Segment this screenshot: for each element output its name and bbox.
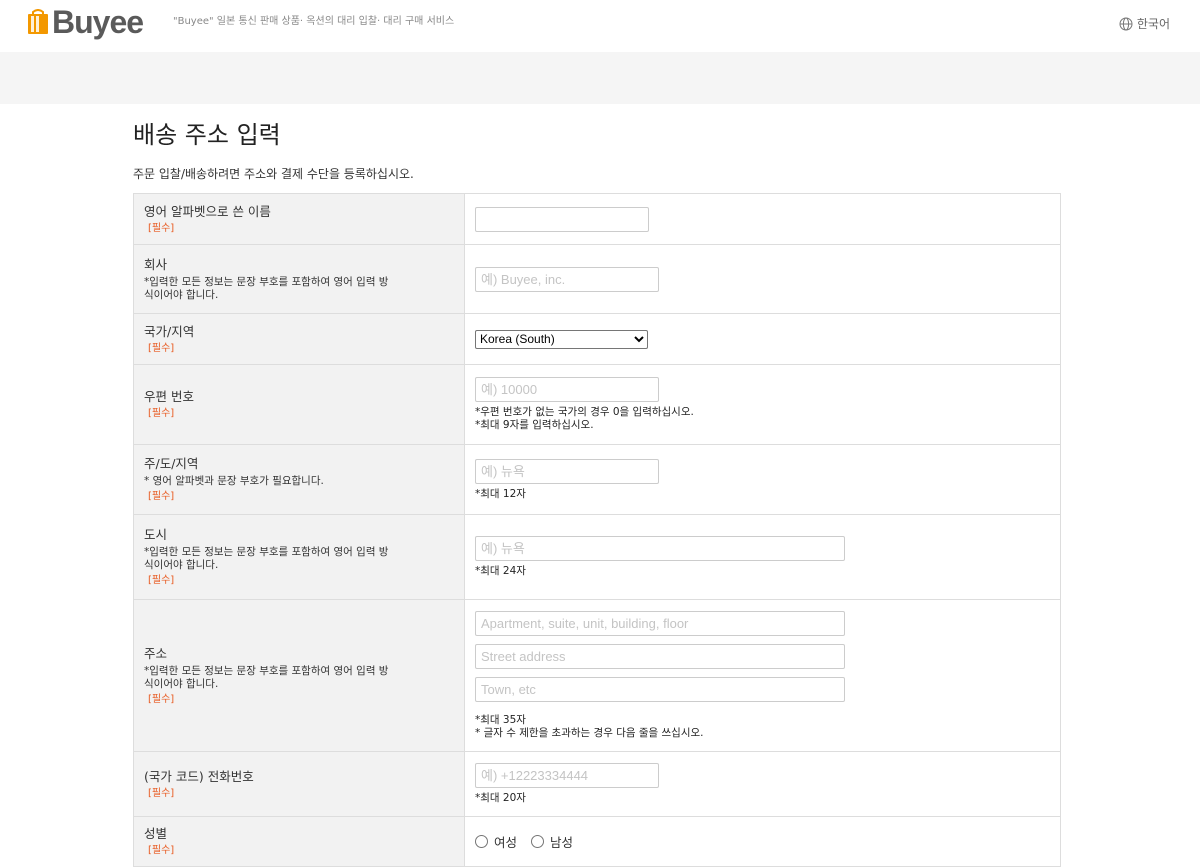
- form-row-postal: 우편 번호 [필수] *우편 번호가 없는 국가의 경우 0을 입력하십시오. …: [133, 364, 1061, 445]
- label-cell: 주/도/지역 * 영어 알파벳과 문장 부호가 필요합니다. [필수]: [133, 444, 465, 515]
- state-note: * 영어 알파벳과 문장 부호가 필요합니다.: [144, 475, 324, 487]
- gender-male-option[interactable]: 남성: [531, 832, 573, 851]
- state-label: 주/도/지역: [144, 456, 199, 471]
- required-badge: [필수]: [148, 342, 175, 354]
- page-title: 배송 주소 입력: [133, 121, 281, 149]
- postal-hint-line2: *최대 9자를 입력하십시오.: [475, 419, 594, 431]
- gender-radio-group: 여성 남성: [475, 832, 1050, 851]
- company-note: *입력한 모든 정보는 문장 부호를 포함하여 영어 입력 방 식이어야 합니다…: [144, 276, 454, 302]
- address-hint-line2: * 글자 수 제한을 초과하는 경우 다음 줄을 쓰십시오.: [475, 727, 704, 739]
- address-note-line2: 식이어야 합니다.: [144, 677, 219, 690]
- label-cell: 우편 번호 [필수]: [133, 364, 465, 445]
- postal-hint-line1: *우편 번호가 없는 국가의 경우 0을 입력하십시오.: [475, 406, 694, 418]
- form-row-country: 국가/지역 [필수] Korea (South): [133, 313, 1061, 365]
- page-intro: 주문 입찰/배송하려면 주소와 결제 수단을 등록하십시오.: [133, 167, 414, 181]
- label-cell: 성별 [필수]: [133, 816, 465, 867]
- gender-female-radio[interactable]: [475, 835, 488, 848]
- state-input[interactable]: [475, 458, 659, 484]
- phone-label: (국가 코드) 전화번호: [144, 768, 254, 784]
- city-input[interactable]: [475, 536, 845, 561]
- buyee-logo[interactable]: Buyee: [27, 4, 144, 40]
- field-cell: 여성 남성: [464, 816, 1061, 867]
- form-row-name: 영어 알파벳으로 쓴 이름 [필수]: [133, 193, 1061, 245]
- required-badge: [필수]: [148, 845, 175, 856]
- gender-male-radio[interactable]: [531, 835, 545, 848]
- gender-label: 성별: [144, 826, 168, 841]
- gender-female-label: 여성: [494, 835, 518, 850]
- phone-hint: *최대 20자: [475, 792, 526, 804]
- address-line3-input[interactable]: [475, 677, 845, 702]
- city-hint: *최대 24자: [475, 565, 526, 577]
- label-cell: 도시 *입력한 모든 정보는 문장 부호를 포함하여 영어 입력 방 식이어야 …: [133, 514, 465, 600]
- postal-input[interactable]: [475, 377, 659, 402]
- form-row-gender: 성별 [필수] 여성 남성: [133, 816, 1061, 867]
- field-cell: *최대 20자: [464, 751, 1061, 817]
- header-top-bar: Buyee "Buyee" 일본 통신 판매 상품· 옥션의 대리 입찰· 대리…: [0, 0, 1200, 52]
- required-badge: [필수]: [148, 408, 175, 419]
- country-select[interactable]: Korea (South): [475, 329, 648, 349]
- header: Buyee "Buyee" 일본 통신 판매 상품· 옥션의 대리 입찰· 대리…: [0, 0, 1200, 104]
- address-note: *입력한 모든 정보는 문장 부호를 포함하여 영어 입력 방 식이어야 합니다…: [144, 665, 454, 691]
- phone-input[interactable]: [475, 763, 659, 788]
- postal-hint: *우편 번호가 없는 국가의 경우 0을 입력하십시오. *최대 9자를 입력하…: [475, 406, 1050, 432]
- gender-female-option[interactable]: 여성: [475, 832, 517, 851]
- field-cell: *최대 12자: [464, 444, 1061, 515]
- form-row-phone: (국가 코드) 전화번호 [필수] *최대 20자: [133, 751, 1061, 817]
- company-note-line2: 식이어야 합니다.: [144, 288, 219, 301]
- logo-text: Buyee: [52, 4, 144, 40]
- address-hint: *최대 35자 * 글자 수 제한을 초과하는 경우 다음 줄을 쓰십시오.: [475, 714, 1050, 740]
- field-cell: [464, 244, 1061, 314]
- field-cell: [464, 193, 1061, 245]
- address-form: 영어 알파벳으로 쓴 이름 [필수] 회사 *입력한 모든 정보는 문장 부호를…: [133, 193, 1061, 867]
- city-note-line2: 식이어야 합니다.: [144, 559, 219, 571]
- field-cell: *최대 24자: [464, 514, 1061, 600]
- company-input[interactable]: [475, 266, 659, 292]
- field-cell: Korea (South): [464, 313, 1061, 365]
- city-note-line1: *입력한 모든 정보는 문장 부호를 포함하여 영어 입력 방: [144, 546, 389, 558]
- globe-icon: [1119, 17, 1133, 30]
- form-row-city: 도시 *입력한 모든 정보는 문장 부호를 포함하여 영어 입력 방 식이어야 …: [133, 514, 1061, 600]
- company-note-line1: *입력한 모든 정보는 문장 부호를 포함하여 영어 입력 방: [144, 275, 389, 288]
- required-badge: [필수]: [148, 575, 175, 586]
- required-badge: [필수]: [148, 693, 175, 705]
- language-selector[interactable]: 한국어: [1119, 15, 1170, 32]
- country-label: 국가/지역: [144, 323, 195, 339]
- name-input[interactable]: [475, 206, 649, 232]
- label-cell: 국가/지역 [필수]: [133, 313, 465, 365]
- state-hint: *최대 12자: [475, 487, 526, 500]
- gender-male-label: 남성: [550, 835, 574, 850]
- address-hint-line1: *최대 35자: [475, 714, 526, 726]
- address-note-line1: *입력한 모든 정보는 문장 부호를 포함하여 영어 입력 방: [144, 664, 389, 677]
- label-cell: 회사 *입력한 모든 정보는 문장 부호를 포함하여 영어 입력 방 식이어야 …: [133, 244, 465, 314]
- postal-label: 우편 번호: [144, 389, 194, 404]
- city-note: *입력한 모든 정보는 문장 부호를 포함하여 영어 입력 방 식이어야 합니다…: [144, 546, 454, 572]
- header-tagline: "Buyee" 일본 통신 판매 상품· 옥션의 대리 입찰· 대리 구매 서비…: [173, 16, 455, 27]
- form-row-address: 주소 *입력한 모든 정보는 문장 부호를 포함하여 영어 입력 방 식이어야 …: [133, 599, 1061, 752]
- required-badge: [필수]: [148, 222, 175, 234]
- company-label: 회사: [144, 256, 168, 272]
- language-label: 한국어: [1136, 17, 1170, 31]
- label-cell: 영어 알파벳으로 쓴 이름 [필수]: [133, 193, 465, 245]
- field-cell: *최대 35자 * 글자 수 제한을 초과하는 경우 다음 줄을 쓰십시오.: [464, 599, 1061, 752]
- field-cell: *우편 번호가 없는 국가의 경우 0을 입력하십시오. *최대 9자를 입력하…: [464, 364, 1061, 445]
- shopping-bag-icon: [28, 9, 48, 34]
- city-label: 도시: [144, 527, 168, 542]
- label-cell: (국가 코드) 전화번호 [필수]: [133, 751, 465, 817]
- address-line1-input[interactable]: [475, 611, 845, 636]
- form-row-company: 회사 *입력한 모든 정보는 문장 부호를 포함하여 영어 입력 방 식이어야 …: [133, 244, 1061, 314]
- name-label: 영어 알파벳으로 쓴 이름: [144, 203, 271, 219]
- address-label: 주소: [144, 645, 168, 661]
- required-badge: [필수]: [148, 491, 175, 502]
- form-row-state: 주/도/지역 * 영어 알파벳과 문장 부호가 필요합니다. [필수] *최대 …: [133, 444, 1061, 515]
- address-line2-input[interactable]: [475, 644, 845, 669]
- label-cell: 주소 *입력한 모든 정보는 문장 부호를 포함하여 영어 입력 방 식이어야 …: [133, 599, 465, 752]
- required-badge: [필수]: [148, 787, 175, 799]
